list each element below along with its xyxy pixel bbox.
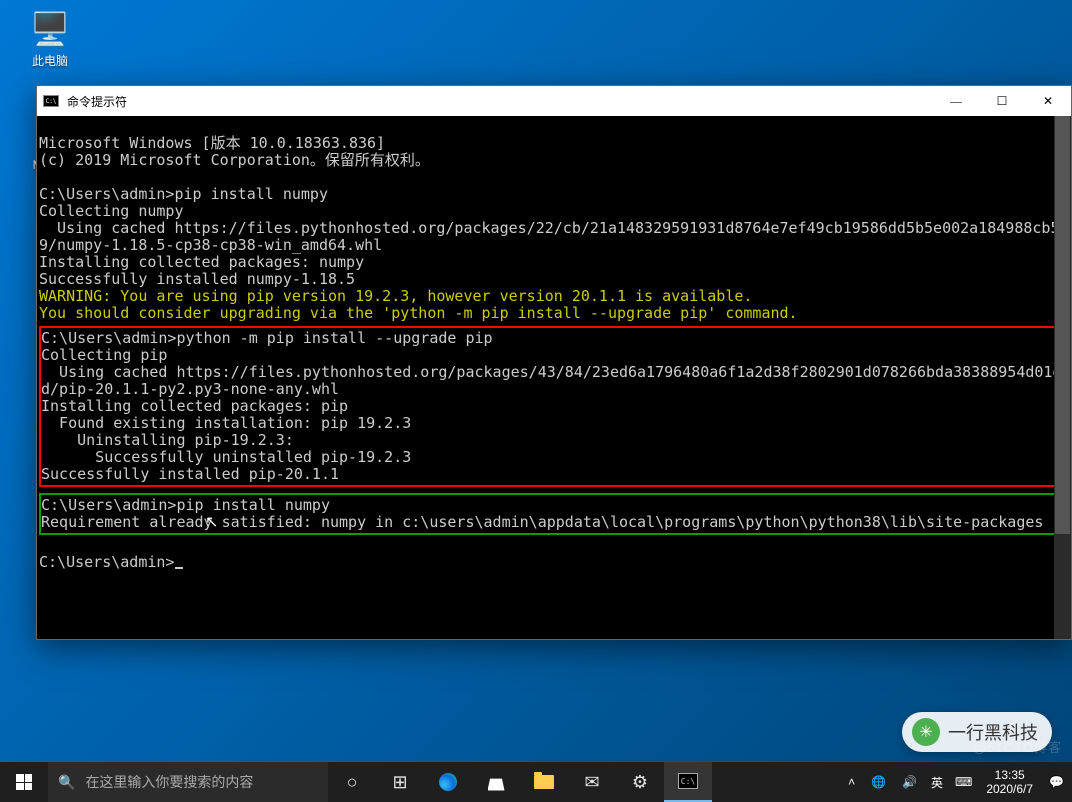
task-store[interactable] — [472, 762, 520, 802]
scrollbar[interactable] — [1054, 116, 1071, 639]
tray-date: 2020/6/7 — [986, 782, 1033, 796]
taskbar-search[interactable]: 🔍 在这里输入你要搜索的内容 — [48, 762, 328, 802]
term-warning: You should consider upgrading via the 'p… — [39, 304, 798, 322]
titlebar[interactable]: C:\ 命令提示符 — ☐ ✕ — [37, 86, 1071, 116]
start-button[interactable] — [0, 762, 48, 802]
task-icons: ○ ⊞ ✉ ⚙ C:\ — [328, 762, 712, 802]
prompt: C:\Users\admin> — [41, 329, 176, 347]
edge-icon — [439, 773, 457, 791]
term-line: Collecting numpy — [39, 202, 184, 220]
tray-ime-icon[interactable]: ⌨ — [949, 762, 978, 802]
term-warning: WARNING: You are using pip version 19.2.… — [39, 287, 752, 305]
this-pc-label: 此电脑 — [32, 54, 68, 68]
term-line: Found existing installation: pip 19.2.3 — [41, 414, 411, 432]
minimize-button[interactable]: — — [933, 86, 979, 116]
windows-logo-icon — [16, 774, 32, 790]
wechat-icon: ✳ — [912, 718, 940, 746]
tray-clock[interactable]: 13:35 2020/6/7 — [978, 762, 1041, 802]
term-line: Using cached https://files.pythonhosted.… — [39, 219, 1071, 237]
term-cmd: python -m pip install --upgrade pip — [176, 329, 492, 347]
desktop-icon-this-pc[interactable]: 🖥️ 此电脑 — [14, 10, 86, 69]
task-explorer[interactable] — [520, 762, 568, 802]
term-line: d/pip-20.1.1-py2.py3-none-any.whl — [41, 380, 339, 398]
prompt: C:\Users\admin> — [39, 553, 174, 571]
task-cmd[interactable]: C:\ — [664, 762, 712, 802]
search-icon: 🔍 — [58, 774, 75, 791]
this-pc-icon: 🖥️ — [14, 10, 86, 48]
close-button[interactable]: ✕ — [1025, 86, 1071, 116]
watermark-text: @51CTO博客 — [973, 737, 1062, 756]
term-line: Installing collected packages: numpy — [39, 253, 364, 271]
term-line: Collecting pip — [41, 346, 167, 364]
tray-time: 13:35 — [995, 768, 1025, 782]
term-line: (c) 2019 Microsoft Corporation。保留所有权利。 — [39, 151, 430, 169]
terminal-body[interactable]: Microsoft Windows [版本 10.0.18363.836] (c… — [37, 116, 1071, 639]
cursor — [175, 567, 183, 569]
term-cmd: pip install numpy — [176, 496, 330, 514]
prompt: C:\Users\admin> — [41, 496, 176, 514]
term-line: Successfully uninstalled pip-19.2.3 — [41, 448, 411, 466]
term-cmd: pip install numpy — [174, 185, 328, 203]
term-line: Using cached https://files.pythonhosted.… — [41, 363, 1071, 381]
tray-volume-icon[interactable]: 🔊 — [894, 762, 925, 802]
scrollbar-thumb[interactable] — [1055, 116, 1070, 534]
tray-network-icon[interactable]: 🌐 — [863, 762, 894, 802]
folder-icon — [534, 775, 554, 789]
term-line: Successfully installed pip-20.1.1 — [41, 465, 339, 483]
tray-notifications-icon[interactable]: 💬 — [1041, 762, 1072, 802]
window-title: 命令提示符 — [67, 93, 127, 110]
search-placeholder: 在这里输入你要搜索的内容 — [85, 772, 253, 792]
tray-chevron[interactable]: ˄ — [840, 762, 863, 802]
task-view[interactable]: ⊞ — [376, 762, 424, 802]
prompt: C:\Users\admin> — [39, 185, 174, 203]
store-icon — [488, 774, 505, 791]
cmd-window: C:\ 命令提示符 — ☐ ✕ Microsoft Windows [版本 10… — [36, 85, 1072, 640]
task-cortana[interactable]: ○ — [328, 762, 376, 802]
maximize-button[interactable]: ☐ — [979, 86, 1025, 116]
task-settings[interactable]: ⚙ — [616, 762, 664, 802]
task-mail[interactable]: ✉ — [568, 762, 616, 802]
taskbar: 🔍 在这里输入你要搜索的内容 ○ ⊞ ✉ ⚙ C:\ ˄ 🌐 🔊 英 ⌨ 13:… — [0, 762, 1072, 802]
highlight-red-box: C:\Users\admin>python -m pip install --u… — [39, 326, 1071, 487]
term-line: Microsoft Windows [版本 10.0.18363.836] — [39, 134, 385, 152]
highlight-green-box: C:\Users\admin>pip install numpy Require… — [39, 493, 1071, 535]
term-line: Requirement already satisfied: numpy in … — [41, 513, 1071, 531]
mouse-pointer-icon: ↖ — [205, 512, 218, 532]
tray-ime-lang[interactable]: 英 — [925, 762, 949, 802]
term-line: Installing collected packages: pip — [41, 397, 348, 415]
cmd-task-icon: C:\ — [678, 773, 698, 789]
term-line: Uninstalling pip-19.2.3: — [41, 431, 294, 449]
system-tray: ˄ 🌐 🔊 英 ⌨ 13:35 2020/6/7 💬 — [840, 762, 1072, 802]
term-line: 9/numpy-1.18.5-cp38-cp38-win_amd64.whl — [39, 236, 382, 254]
task-edge[interactable] — [424, 762, 472, 802]
term-line: Successfully installed numpy-1.18.5 — [39, 270, 355, 288]
cmd-title-icon: C:\ — [43, 95, 59, 107]
